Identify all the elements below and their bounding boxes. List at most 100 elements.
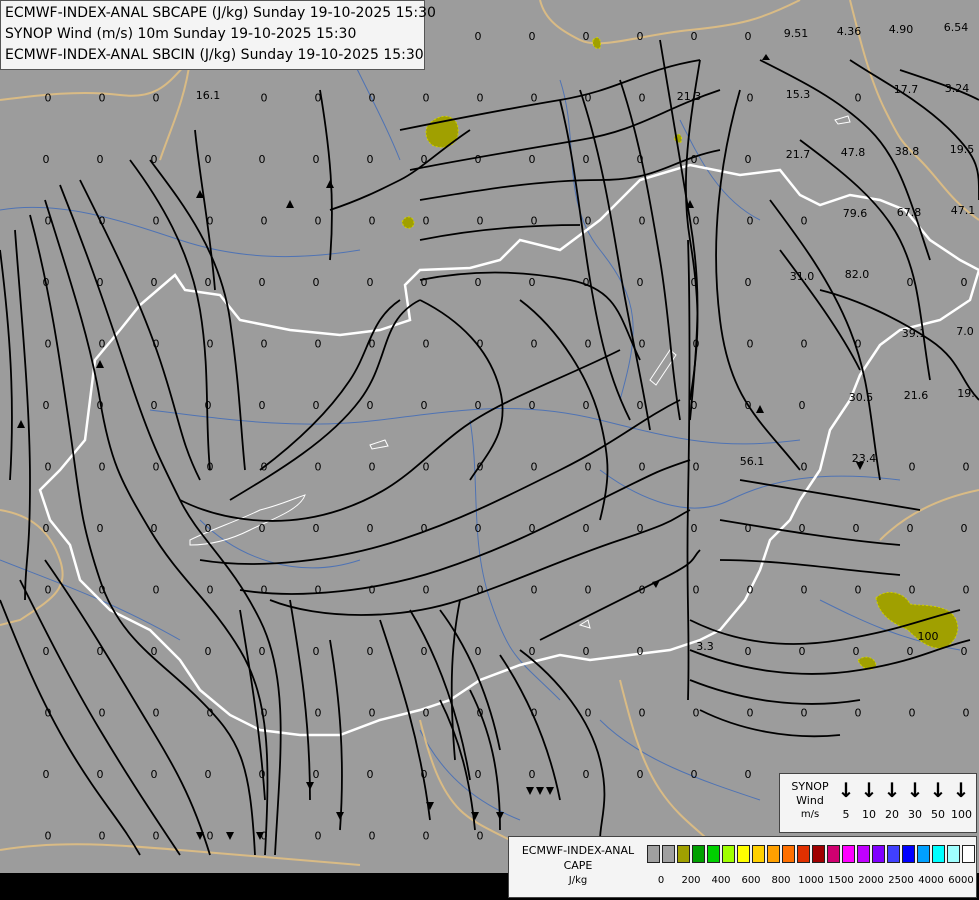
cape-value-label: 4.36 [837,25,862,38]
cape-color-swatch [932,845,945,863]
cape-value-label: 0 [531,338,538,351]
cape-value-label: 0 [585,584,592,597]
cape-color-swatch [812,845,825,863]
cape-value-label: 0 [423,215,430,228]
cape-value-label: 0 [583,522,590,535]
cape-value-label: 0 [259,768,266,781]
cape-value-label: 0 [855,92,862,105]
wind-legend-item: ↓ 10 [860,778,878,821]
cape-value-label: 0 [693,707,700,720]
cape-value-label: 0 [639,215,646,228]
cape-value-label: 0 [475,522,482,535]
cape-color-swatch [767,845,780,863]
cape-color-swatch [947,845,960,863]
cape-value-label: 0 [315,707,322,720]
cape-value-label: 21.3 [677,90,702,103]
cape-value-label: 0 [261,830,268,843]
cape-color-swatch [887,845,900,863]
cape-value-label: 0 [637,153,644,166]
cape-value-label: 0 [261,584,268,597]
cape-value-label: 0 [747,215,754,228]
arrow-down-icon: ↓ [906,778,924,802]
cape-value-label: 0 [691,399,698,412]
cape-value-label: 0 [475,768,482,781]
cape-value-label: 0 [745,522,752,535]
cape-value-label: 0 [585,707,592,720]
cape-value-label: 0 [801,584,808,597]
cape-value-label: 3.24 [945,82,970,95]
cape-value-label: 0 [531,92,538,105]
cape-value-label: 16.1 [196,89,221,102]
cape-value-label: 0 [99,830,106,843]
cape-value-label: 0 [637,522,644,535]
cape-value-label: 15.3 [786,88,811,101]
cape-value-label: 0 [585,92,592,105]
cape-value-label: 0 [691,153,698,166]
cape-value-label: 0 [259,153,266,166]
cape-value-label: 0 [475,645,482,658]
cape-value-label: 0 [745,153,752,166]
cape-color-swatch [872,845,885,863]
cape-value-label: 0 [153,215,160,228]
cape-value-label: 0 [745,30,752,43]
cape-value-label: 0 [477,338,484,351]
cape-value-label: 0 [45,461,52,474]
cape-value-label: 0 [691,768,698,781]
cape-value-label: 0 [421,276,428,289]
cape-value-label: 0 [153,92,160,105]
cape-value-label: 0 [961,276,968,289]
cape-value-label: 4.90 [889,23,914,36]
cape-value-label: 0 [205,522,212,535]
cape-value-label: 0 [637,399,644,412]
cape-value-label: 0 [529,276,536,289]
cape-color-swatch [857,845,870,863]
cape-value-label: 82.0 [845,268,870,281]
cape-value-label: 0 [799,522,806,535]
cape-value-label: 0 [97,399,104,412]
cape-value-label: 9.51 [784,27,809,40]
cape-value-label: 0 [639,707,646,720]
cape-value-label: 0 [367,645,374,658]
cape-value-label: 0 [43,645,50,658]
cape-value-label: 0 [315,338,322,351]
cape-value-label: 31.0 [790,270,815,283]
cape-color-swatch [842,845,855,863]
arrow-down-icon: ↓ [952,778,970,802]
wind-legend-item: ↓ 5 [837,778,855,821]
cape-value-label: 0 [745,768,752,781]
arrow-down-icon: ↓ [929,778,947,802]
cape-value-label: 0 [477,584,484,597]
cape-value-label: 39.1 [902,327,927,340]
cape-value-label: 0 [583,153,590,166]
cape-value-label: 0 [693,215,700,228]
cape-value-label: 0 [909,707,916,720]
cape-value-label: 0 [421,768,428,781]
cape-value-label: 0 [423,584,430,597]
cape-color-swatch [782,845,795,863]
cape-color-swatch [677,845,690,863]
cape-value-label: 0 [153,461,160,474]
cape-value-label: 17.7 [894,83,919,96]
cape-value-label: 79.6 [843,207,868,220]
cape-value-label: 0 [963,461,970,474]
cape-value-label: 0 [315,92,322,105]
cape-value-label: 0 [477,707,484,720]
cape-value-label: 0 [423,338,430,351]
cape-value-label: 0 [529,30,536,43]
cape-value-label: 0 [637,276,644,289]
cape-value-label: 0 [43,768,50,781]
arrow-down-icon: ↓ [883,778,901,802]
cape-value-label: 0 [259,645,266,658]
cape-value-label: 0 [151,399,158,412]
cape-value-label: 0 [477,215,484,228]
cape-value-label: 0 [963,707,970,720]
wind-legend-title: SYNOP Wind m/s [791,780,829,820]
cape-value-label: 0 [529,768,536,781]
wind-legend: SYNOP Wind m/s ↓ 5 ↓ 10 ↓ 20 ↓ 30 ↓ 50 ↓ 100 [779,773,977,833]
cape-value-label: 0 [907,276,914,289]
cape-value-label: 0 [907,645,914,658]
cape-value-label: 0 [153,707,160,720]
cape-value-label: 0 [475,30,482,43]
cape-value-label: 0 [585,461,592,474]
cape-value-label: 23.4 [852,452,877,465]
